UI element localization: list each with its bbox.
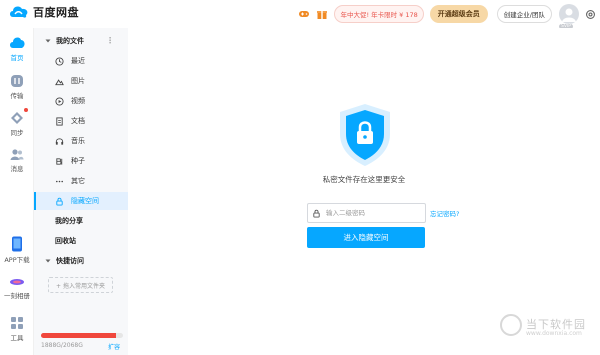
video-icon — [55, 96, 64, 106]
document-icon — [56, 116, 63, 126]
nav-rail: 首页 传输 同步 消息 APP下载 一刻相册 工具 — [0, 28, 34, 355]
watermark-logo-icon — [500, 314, 522, 336]
top-actions: 年中大促! 年卡限时 ¥ 178 开通超级会员 创建企业/团队 SVIP — [298, 4, 596, 29]
caret-down-icon — [45, 259, 51, 263]
user-avatar-icon — [562, 8, 576, 22]
quick-access-header[interactable]: 快捷访问 — [34, 254, 128, 268]
gamepad-icon[interactable] — [298, 8, 310, 20]
watermark-url: www.downxia.com — [526, 330, 582, 337]
my-share-link[interactable]: 我的分享 — [34, 214, 128, 228]
shield-lock-icon — [340, 104, 390, 166]
promo-banner[interactable]: 年中大促! 年卡限时 ¥ 178 — [334, 5, 424, 23]
sidebar-item-documents[interactable]: 文档 — [34, 112, 128, 130]
sidebar-item-label: 其它 — [71, 177, 85, 185]
storage-progress-bar — [41, 333, 123, 338]
rail-label: 消息 — [10, 165, 24, 173]
sync-icon — [11, 112, 23, 124]
settings-icon[interactable] — [585, 9, 596, 20]
rail-item-transfer[interactable]: 传输 — [0, 74, 34, 100]
sidebar-item-label: 文档 — [71, 117, 85, 125]
forgot-password-link[interactable]: 忘记密码? — [430, 208, 459, 218]
sidebar-item-recent[interactable]: 最近 — [34, 52, 128, 70]
clock-icon — [55, 56, 64, 66]
shield-lock-illustration — [336, 102, 394, 168]
my-files-header[interactable]: 我的文件 ⋮ — [34, 34, 128, 48]
recycle-bin-label: 回收站 — [55, 237, 76, 245]
rail-item-messages[interactable]: 消息 — [0, 147, 34, 173]
caret-down-icon — [45, 39, 51, 43]
password-input[interactable] — [326, 209, 421, 217]
sidebar-item-music[interactable]: 音乐 — [34, 132, 128, 150]
grid-icon — [11, 317, 23, 329]
expand-storage-link[interactable]: 扩容 — [108, 342, 120, 351]
top-bar: 百度网盘 年中大促! 年卡限时 ¥ 178 开通超级会员 创建企业/团队 SVI… — [0, 0, 600, 29]
recycle-bin-link[interactable]: 回收站 — [34, 234, 128, 248]
more-icon — [55, 180, 64, 182]
quick-access-label: 快捷访问 — [56, 257, 84, 265]
watermark: 当下软件园 www.downxia.com — [492, 298, 600, 355]
rail-label: 首页 — [10, 54, 24, 62]
lock-icon — [313, 209, 320, 218]
rail-item-tools[interactable]: 工具 — [0, 316, 34, 342]
open-vip-button[interactable]: 开通超级会员 — [429, 5, 488, 23]
sidebar-item-label: 音乐 — [71, 137, 85, 145]
headphones-icon — [55, 137, 64, 145]
image-icon — [55, 78, 64, 85]
enter-hidden-space-button[interactable]: 进入隐藏空间 — [307, 227, 425, 248]
notification-dot — [24, 108, 28, 112]
bt-icon — [56, 157, 63, 165]
rail-label: 一刻相册 — [4, 292, 30, 300]
app-logo[interactable]: 百度网盘 — [8, 4, 79, 20]
rail-label: APP下载 — [4, 256, 30, 264]
file-sidebar: 我的文件 ⋮ 最近 图片 视频 文档 音乐 种子 其它 隐藏空间 我的分享 回收… — [34, 28, 128, 355]
sidebar-item-other[interactable]: 其它 — [34, 172, 128, 190]
gift-icon[interactable] — [316, 8, 328, 20]
cloud-icon — [10, 37, 25, 48]
sidebar-item-images[interactable]: 图片 — [34, 72, 128, 90]
hidden-space-caption: 私密文件存在这里更安全 — [322, 175, 406, 184]
sidebar-item-label: 视频 — [71, 97, 85, 105]
add-quick-folder-button[interactable]: + 拖入常用文件夹 — [48, 277, 113, 293]
rail-item-home[interactable]: 首页 — [0, 36, 34, 62]
rail-label: 工具 — [10, 334, 24, 342]
album-icon — [10, 279, 24, 285]
rail-item-album[interactable]: 一刻相册 — [0, 276, 34, 300]
transfer-icon — [11, 75, 23, 87]
sidebar-item-label: 种子 — [71, 157, 85, 165]
lock-icon — [56, 197, 63, 206]
storage-usage-text: 1888G/2068G — [41, 342, 83, 349]
avatar[interactable]: SVIP — [559, 4, 579, 29]
rail-item-sync[interactable]: 同步 — [0, 111, 34, 137]
storage-progress-fill — [41, 333, 116, 338]
rail-item-app-download[interactable]: APP下载 — [0, 236, 34, 264]
my-files-label: 我的文件 — [56, 37, 84, 45]
sidebar-item-videos[interactable]: 视频 — [34, 92, 128, 110]
password-field[interactable] — [307, 203, 426, 223]
my-share-label: 我的分享 — [55, 217, 83, 225]
sidebar-item-label: 图片 — [71, 77, 85, 85]
sidebar-item-torrents[interactable]: 种子 — [34, 152, 128, 170]
create-team-button[interactable]: 创建企业/团队 — [496, 5, 552, 23]
rail-label: 同步 — [10, 129, 24, 137]
sidebar-item-hidden-space[interactable]: 隐藏空间 — [34, 192, 128, 210]
more-vertical-icon[interactable]: ⋮ — [106, 37, 114, 45]
people-icon — [10, 149, 24, 160]
sidebar-item-label: 隐藏空间 — [71, 197, 99, 205]
phone-icon — [12, 236, 22, 252]
cloud-logo-icon — [10, 6, 28, 18]
rail-label: 传输 — [10, 92, 24, 100]
app-name: 百度网盘 — [33, 6, 79, 19]
sidebar-item-label: 最近 — [71, 57, 85, 65]
